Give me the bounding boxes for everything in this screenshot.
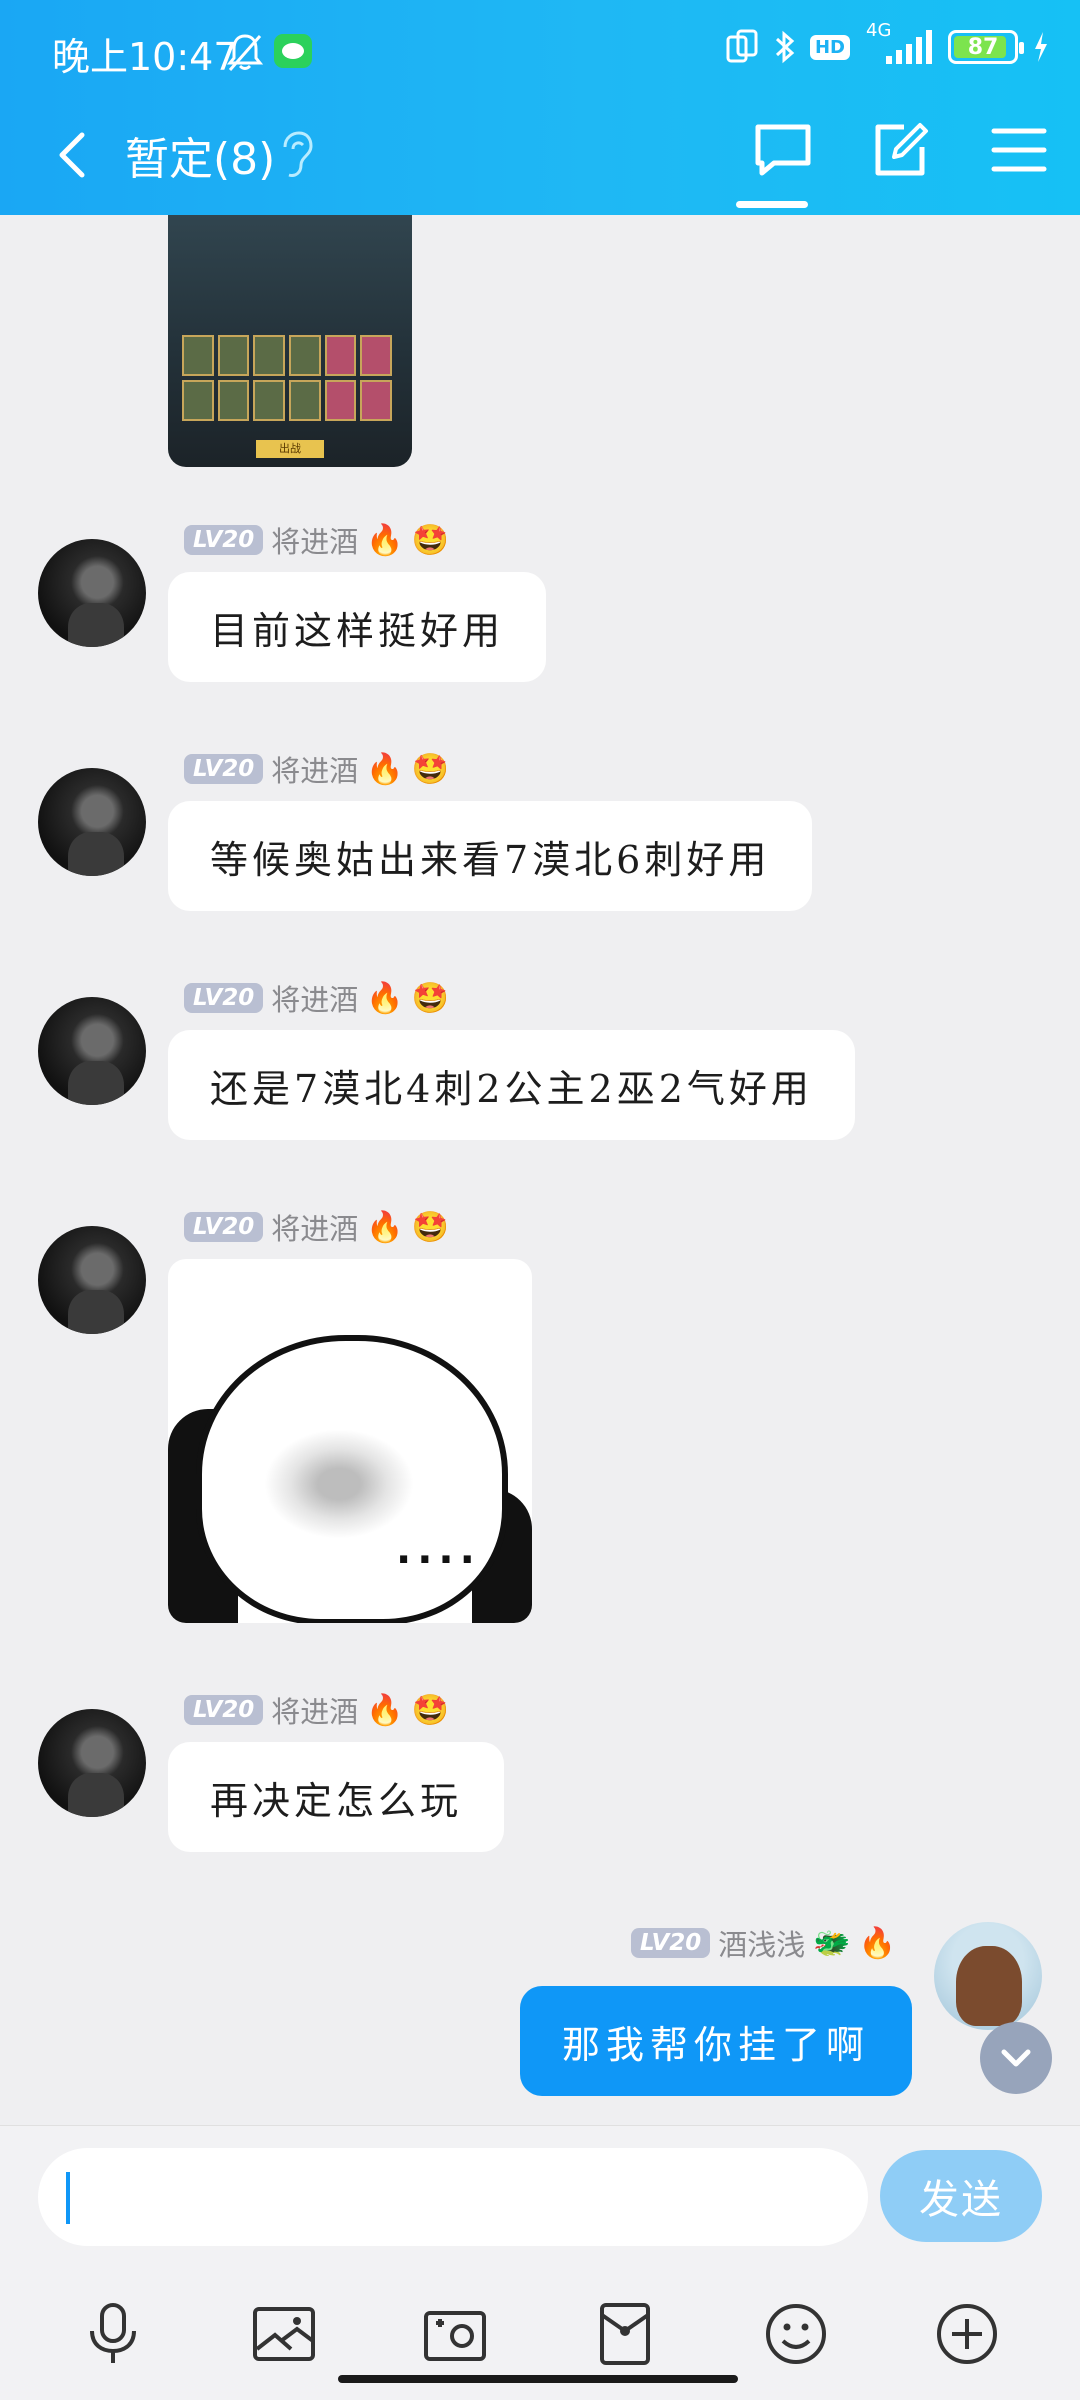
- chat-title: 暂定(8): [125, 134, 276, 185]
- sticker-face: [264, 1429, 414, 1539]
- star-face-badge-icon: 🤩: [411, 751, 450, 787]
- avatar[interactable]: [38, 997, 146, 1105]
- level-badge: LV20: [184, 983, 264, 1013]
- my-sender-info: LV20 酒浅浅 🐲 🔥: [630, 1922, 896, 1964]
- level-badge: LV20: [184, 754, 264, 784]
- signal-bars-icon: [886, 30, 932, 64]
- chevron-down-icon: [1001, 2049, 1031, 2067]
- menu-icon[interactable]: [988, 119, 1050, 181]
- status-time: 晚上10:47: [52, 35, 238, 79]
- star-face-badge-icon: 🤩: [411, 1209, 450, 1245]
- game-screenshot-image[interactable]: 出战: [168, 215, 412, 467]
- avatar[interactable]: [38, 539, 146, 647]
- text-caret: [66, 2172, 70, 2224]
- avatar[interactable]: [38, 768, 146, 876]
- active-tab-indicator: [736, 201, 808, 208]
- picture-icon[interactable]: [251, 2301, 317, 2367]
- message-bubble[interactable]: 再决定怎么玩: [168, 1742, 505, 1852]
- bear-avatar-image: [956, 1946, 1022, 2026]
- game-battle-button-label: 出战: [279, 442, 301, 455]
- sender-name: 将进酒: [271, 1212, 359, 1246]
- sender-name: 将进酒: [271, 754, 359, 788]
- sticker-text: ....: [396, 1527, 481, 1573]
- fire-badge-icon: 🔥: [366, 1209, 404, 1245]
- star-face-badge-icon: 🤩: [411, 1692, 450, 1728]
- plus-icon[interactable]: [934, 2301, 1000, 2367]
- send-button[interactable]: 发送: [880, 2150, 1042, 2242]
- emoji-icon[interactable]: [763, 2301, 829, 2367]
- message-bubble[interactable]: 目前这样挺好用: [168, 572, 547, 682]
- sender-name: 酒浅浅: [718, 1928, 806, 1962]
- charging-icon: [1035, 32, 1047, 62]
- fire-badge-icon: 🔥: [366, 751, 404, 787]
- bluetooth-icon: [775, 30, 795, 64]
- red-packet-icon[interactable]: [592, 2301, 658, 2367]
- sender-info: LV20 将进酒 🔥 🤩: [184, 1690, 449, 1730]
- mute-bell-icon: [226, 34, 264, 71]
- dragon-badge-icon: 🐲: [813, 1925, 851, 1961]
- camera-icon[interactable]: [422, 2301, 488, 2367]
- ear-icon[interactable]: [277, 129, 313, 181]
- status-bar: 晚上10:47 HD 4G 87: [0, 0, 1080, 105]
- star-face-badge-icon: 🤩: [411, 980, 450, 1016]
- message-input[interactable]: [38, 2148, 868, 2246]
- header: 晚上10:47 HD 4G 87 暂定(8): [0, 0, 1080, 215]
- level-badge: LV20: [184, 525, 264, 555]
- microphone-icon[interactable]: [80, 2301, 146, 2367]
- input-toolbar: [0, 2301, 1080, 2367]
- fire-badge-icon: 🔥: [858, 1925, 896, 1961]
- star-face-badge-icon: 🤩: [411, 522, 450, 558]
- sender-info: LV20 将进酒 🔥 🤩: [184, 749, 449, 789]
- hd-badge: HD: [809, 34, 850, 60]
- avatar[interactable]: [38, 1709, 146, 1817]
- input-bar: 发送: [0, 2125, 1080, 2400]
- panda-meme-sticker: ....: [168, 1259, 532, 1623]
- game-battle-button: 出战: [256, 440, 324, 458]
- edit-note-icon[interactable]: [870, 119, 932, 181]
- sender-name: 将进酒: [271, 525, 359, 559]
- avatar[interactable]: [38, 1226, 146, 1334]
- sender-name: 将进酒: [271, 983, 359, 1017]
- level-badge: LV20: [630, 1928, 711, 1958]
- my-avatar[interactable]: [934, 1922, 1042, 2030]
- battery-indicator: 87: [948, 30, 1024, 64]
- fire-badge-icon: 🔥: [366, 1692, 404, 1728]
- sender-info: LV20 将进酒 🔥 🤩: [184, 520, 449, 560]
- status-right: HD 4G 87: [726, 20, 1050, 66]
- chat-bubble-icon[interactable]: [752, 119, 814, 181]
- my-message-bubble[interactable]: 那我帮你挂了啊: [519, 1986, 912, 2096]
- home-indicator[interactable]: [338, 2375, 738, 2383]
- fire-badge-icon: 🔥: [366, 522, 404, 558]
- message-bubble[interactable]: 还是7漠北4刺2公主2巫2气好用: [168, 1030, 855, 1140]
- chat-area[interactable]: 出战 LV20 将进酒 🔥 🤩 目前这样挺好用 LV20 将进酒 🔥 🤩 等候奥…: [0, 215, 1080, 2125]
- wechat-icon: [274, 34, 312, 68]
- battery-level: 87: [967, 34, 999, 60]
- sender-info: LV20 将进酒 🔥 🤩: [184, 978, 449, 1018]
- nfc-icon: [726, 29, 758, 63]
- level-badge: LV20: [184, 1212, 264, 1242]
- nav-actions: [752, 119, 1050, 181]
- level-badge: LV20: [184, 1695, 264, 1725]
- sticker-image[interactable]: ....: [168, 1259, 532, 1623]
- sender-info: LV20 将进酒 🔥 🤩: [184, 1207, 449, 1247]
- nav-bar: 暂定(8): [0, 105, 1080, 215]
- game-card-grid: [182, 335, 392, 421]
- back-icon[interactable]: [52, 125, 92, 185]
- fire-badge-icon: 🔥: [366, 980, 404, 1016]
- scroll-down-button[interactable]: [980, 2022, 1052, 2094]
- sender-name: 将进酒: [271, 1695, 359, 1729]
- message-bubble[interactable]: 等候奥姑出来看7漠北6刺好用: [168, 801, 813, 911]
- signal-indicator: 4G: [864, 20, 934, 66]
